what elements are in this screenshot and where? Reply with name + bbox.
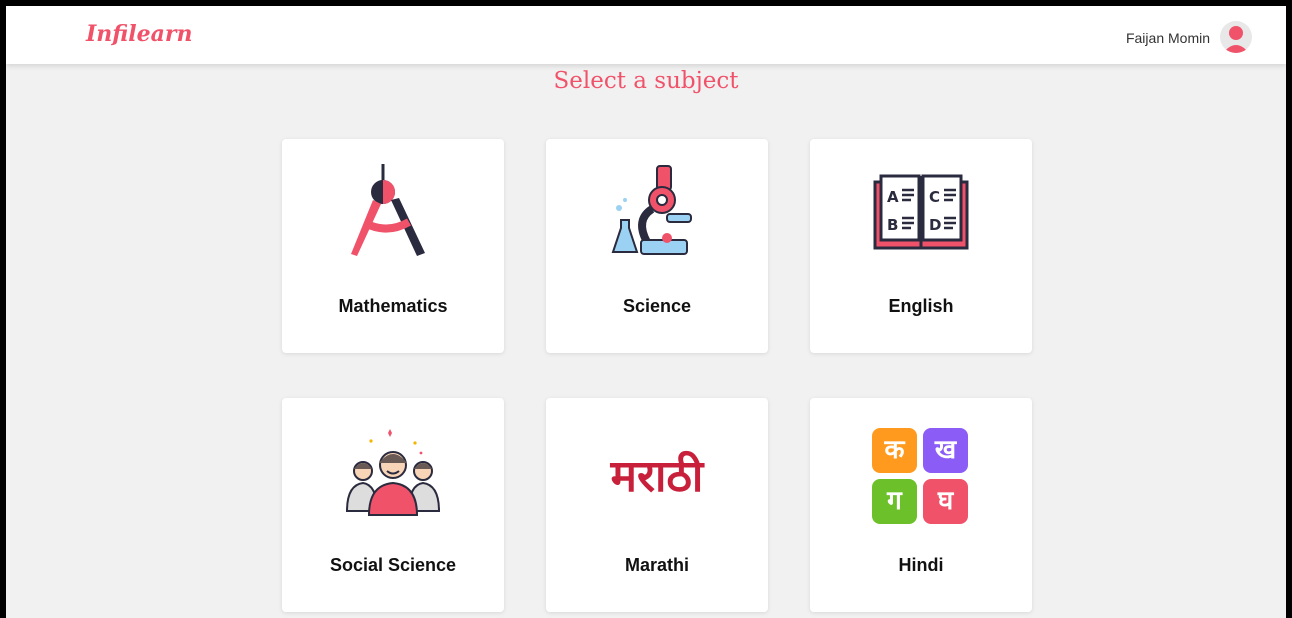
subject-label: English bbox=[888, 296, 954, 316]
letter-gha: घ bbox=[923, 479, 968, 524]
letter-ga: ग bbox=[872, 479, 917, 524]
letter-d: D bbox=[929, 216, 941, 234]
subject-card-mathematics[interactable]: Mathematics bbox=[282, 139, 504, 353]
book-icon: A B C D bbox=[873, 174, 969, 250]
subject-label: Science bbox=[622, 296, 692, 316]
brand-logo[interactable]: Infilearn bbox=[86, 21, 192, 47]
app-frame: Infilearn Faijan Momin Select a subject … bbox=[6, 6, 1286, 618]
subject-card-hindi[interactable]: क ख ग घ Hindi bbox=[810, 398, 1032, 612]
user-name[interactable]: Faijan Momin bbox=[1126, 30, 1210, 46]
letter-kha: ख bbox=[923, 428, 968, 473]
page-title: Select a subject bbox=[553, 68, 739, 94]
subject-label: Marathi bbox=[624, 555, 689, 575]
letter-c: C bbox=[929, 188, 940, 206]
subject-label: Social Science bbox=[329, 555, 457, 575]
navbar: Infilearn Faijan Momin bbox=[6, 6, 1286, 64]
subject-card-marathi[interactable]: मराठी Marathi bbox=[546, 398, 768, 612]
subject-card-science[interactable]: Science bbox=[546, 139, 768, 353]
people-icon bbox=[345, 429, 441, 516]
microscope-icon bbox=[611, 165, 692, 255]
user-avatar-icon bbox=[1223, 26, 1249, 53]
letter-a: A bbox=[887, 188, 899, 206]
subject-label: Mathematics bbox=[338, 296, 448, 316]
letter-b: B bbox=[887, 216, 898, 234]
subject-card-english[interactable]: A B C D English bbox=[810, 139, 1032, 353]
letter-ka: क bbox=[872, 428, 917, 473]
marathi-script-icon: मराठी bbox=[610, 451, 704, 502]
subject-label: Hindi bbox=[898, 555, 944, 575]
subject-card-social-science[interactable]: Social Science bbox=[282, 398, 504, 612]
hindi-letters-icon: क ख ग घ bbox=[872, 428, 970, 526]
avatar[interactable] bbox=[1220, 21, 1252, 53]
compass-icon bbox=[351, 164, 425, 256]
